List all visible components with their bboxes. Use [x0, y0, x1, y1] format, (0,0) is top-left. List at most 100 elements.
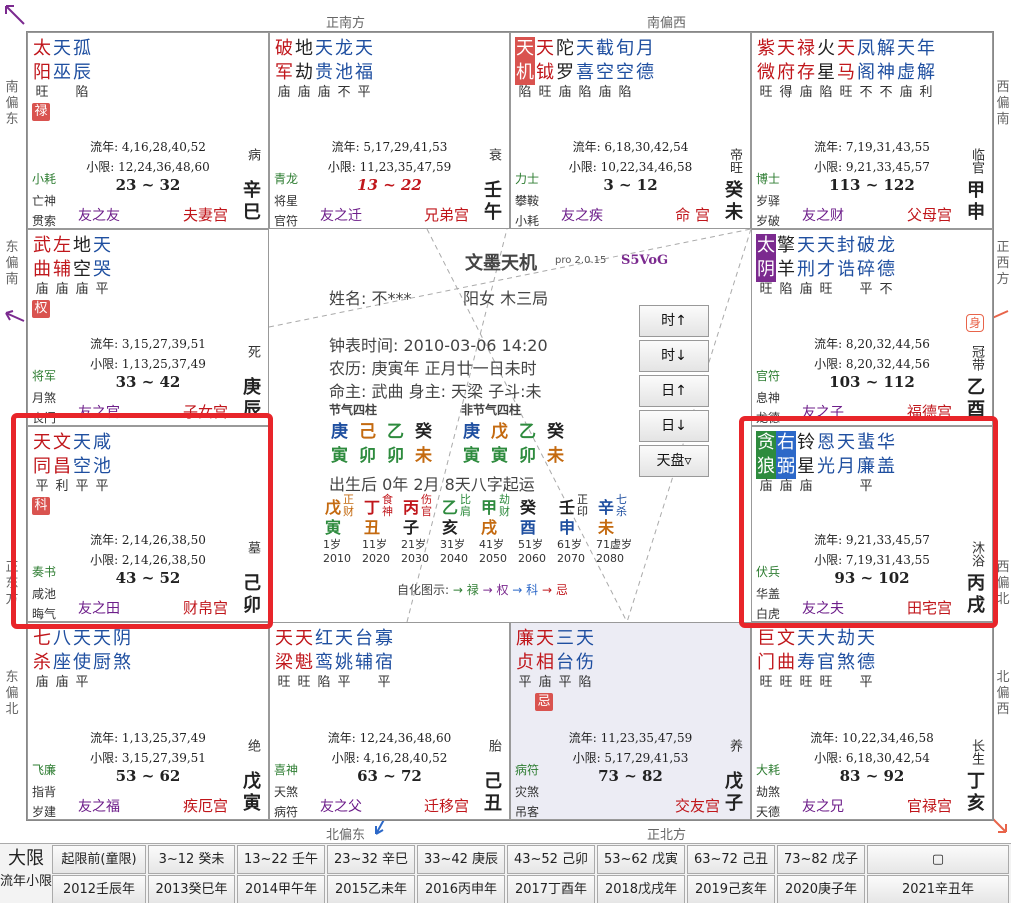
brightness-row: 陷旺庙陷庙陷	[515, 85, 746, 101]
dayun-year: 2070	[557, 552, 585, 565]
dir-left-bottom: 东偏北	[5, 670, 19, 717]
star-bottom: 阁	[857, 62, 875, 83]
liunian-tab[interactable]: 2017丁酉年	[507, 875, 595, 903]
palace-hai[interactable]: 巨文天大劫天门曲寿官煞德旺旺旺旺平流年: 10,22,34,46,58 小限: 6…	[751, 622, 993, 820]
palace-si[interactable]: 太天孤阳巫辰旺陷禄流年: 4,16,28,40,52 小限: 12,24,36,4…	[27, 32, 269, 229]
liunian-tab[interactable]: 2019己亥年	[687, 875, 775, 903]
daxian-tab[interactable]: 43~52 己卯	[507, 845, 595, 874]
xiaoxian-text: 小限: 8,20,32,44,56	[814, 357, 930, 371]
legend: 自化图示: → 禄 → 权 → 科 → 忌	[397, 581, 568, 598]
lunar-line: 农历: 庚寅年 正月廿一日未时	[329, 359, 537, 378]
tianpan-dropdown[interactable]: 天盘▿	[639, 445, 709, 477]
daxian-range: 53 ~ 62	[115, 767, 181, 785]
palace-you[interactable]: 太擎天天封破龙阴羊刑才诰碎德旺陷庙旺平不身流年: 8,20,32,44,56 小限…	[751, 229, 993, 426]
daxian-tab[interactable]: 63~72 己丑	[687, 845, 775, 874]
brightness: 庙	[558, 85, 572, 100]
gender-line: 阳女 木三局	[463, 289, 549, 308]
daxian-tab[interactable]: 13~22 壬午	[237, 845, 325, 874]
star-bottom: 曲	[33, 259, 51, 280]
boshi-star: 力士	[515, 172, 540, 186]
daxian-tab[interactable]: 3~12 癸未	[148, 845, 235, 874]
dayun-age: 51岁	[518, 538, 543, 551]
liunian-tab[interactable]: 2016丙申年	[417, 875, 505, 903]
brightness: 利	[919, 85, 933, 100]
star-row-bottom: 贞相台伤	[515, 651, 746, 675]
palace-wu[interactable]: 破地天龙天军劫贵池福庙庙庙不平流年: 5,17,29,41,53 小限: 11,2…	[269, 32, 510, 229]
palace-chou[interactable]: 天天红天台寡梁魁鸾姚辅宿旺旺陷平平流年: 12,24,36,48,60 小限: 4…	[269, 622, 510, 820]
sui-star: 病符	[274, 805, 299, 819]
star-bottom: 座	[53, 652, 71, 673]
dayun-shishen: 七杀	[616, 493, 627, 518]
star-bottom: 马	[837, 62, 855, 83]
star-bottom: 空	[616, 62, 634, 83]
brightness: 陷	[75, 85, 89, 100]
liunian-tab[interactable]: 2021辛丑年	[867, 875, 1009, 903]
star-top: 紫	[757, 38, 775, 59]
daxian-tab[interactable]: 33~42 庚辰	[417, 845, 505, 874]
dayun-age: 1岁	[323, 538, 341, 551]
liunian-tab[interactable]: 2012壬辰年	[52, 875, 146, 903]
star-bottom: 空	[73, 259, 91, 280]
day-up-button[interactable]: 日↑	[639, 375, 709, 407]
hua-badge: 权	[32, 300, 50, 318]
brightness: 庙	[799, 282, 813, 297]
jiang-star: 息神	[756, 391, 781, 405]
star-top: 文	[777, 628, 795, 649]
star-bottom: 劫	[295, 62, 313, 83]
liunian-tab[interactable]: 2013癸巳年	[148, 875, 235, 903]
star-top: 龙	[877, 235, 895, 256]
dayun-zhi: 酉	[520, 518, 537, 537]
star-top: 武	[33, 235, 51, 256]
palace-wei[interactable]: 天天陀天截旬月机钺罗喜空空德陷旺庙陷庙陷流年: 6,18,30,42,54 小限:…	[510, 32, 751, 229]
arrow-nw-icon	[5, 5, 25, 25]
legend-label: 自化图示:	[397, 583, 450, 597]
liunian-tab[interactable]: 2018戊戌年	[597, 875, 685, 903]
gan: 壬	[484, 180, 502, 201]
palace-shen[interactable]: 紫天禄火天凤解天年微府存星马阁神虚解旺得庙陷旺不不庙利流年: 7,19,31,4…	[751, 32, 993, 229]
star-top: 天	[797, 628, 815, 649]
dir-right-low: 西偏北	[996, 560, 1010, 607]
star-bottom: 厨	[93, 652, 111, 673]
star-row-top: 廉天三天	[515, 627, 746, 651]
clock-line: 钟表时间: 2010-03-06 14:20	[329, 336, 548, 355]
star-top: 封	[837, 235, 855, 256]
gan: 丁	[967, 771, 985, 792]
star-top: 大	[817, 628, 835, 649]
star-top: 破	[275, 38, 293, 59]
daxian-range: 113 ~ 122	[829, 176, 915, 194]
gan: 己	[484, 771, 502, 792]
daxian-tab[interactable]: 23~32 辛巳	[327, 845, 415, 874]
brightness: 不	[879, 282, 893, 297]
liunian-tab[interactable]: 2020庚子年	[777, 875, 865, 903]
palace-zi[interactable]: 廉天三天贞相台伤平庙平陷忌流年: 11,23,35,47,59 小限: 5,17,…	[510, 622, 751, 820]
daxian-tab[interactable]: 73~82 戊子	[777, 845, 865, 874]
brightness: 庙	[317, 85, 331, 100]
star-bottom: 微	[757, 62, 775, 83]
day-down-button[interactable]: 日↓	[639, 410, 709, 442]
hour-up-button[interactable]: 时↑	[639, 305, 709, 337]
star-block: 太擎天天封破龙阴羊刑才诰碎德旺陷庙旺平不	[756, 234, 988, 297]
start-line: 出生后 0年 2月 8天八字起运	[329, 475, 535, 494]
dir-left-mid: 东偏南	[5, 240, 19, 287]
palace-chen[interactable]: 武左地天曲辅空哭庙庙庙平权流年: 3,15,27,39,51 小限: 1,13,2…	[27, 229, 269, 426]
gan: 甲	[967, 180, 985, 201]
star-top: 天	[335, 628, 353, 649]
daxian-tab[interactable]: ▢	[867, 845, 1009, 874]
star-row-top: 武左地天	[32, 234, 264, 258]
pillar-char: 癸	[415, 422, 432, 442]
daxian-tab[interactable]: 起限前(童限)	[52, 845, 146, 874]
liunian-text: 流年: 3,15,27,39,51	[90, 337, 206, 351]
zhi: 午	[484, 202, 502, 223]
star-row-top: 七八天天阴	[32, 627, 264, 651]
palace-yin[interactable]: 七八天天阴杀座使厨煞庙庙平流年: 1,13,25,37,49 小限: 3,15,2…	[27, 622, 269, 820]
daxian-tab[interactable]: 53~62 戊寅	[597, 845, 685, 874]
fjq-title: 非节气四柱	[461, 403, 522, 417]
gan: 辛	[243, 180, 261, 201]
boshi-star: 青龙	[274, 172, 299, 186]
hour-down-button[interactable]: 时↓	[639, 340, 709, 372]
liunian-row-label: 流年小限	[0, 874, 53, 889]
sui-star: 岁破	[756, 214, 781, 228]
liunian-tab[interactable]: 2014甲午年	[237, 875, 325, 903]
liunian-tab[interactable]: 2015乙未年	[327, 875, 415, 903]
daxian-row-label: 大限	[8, 848, 44, 869]
